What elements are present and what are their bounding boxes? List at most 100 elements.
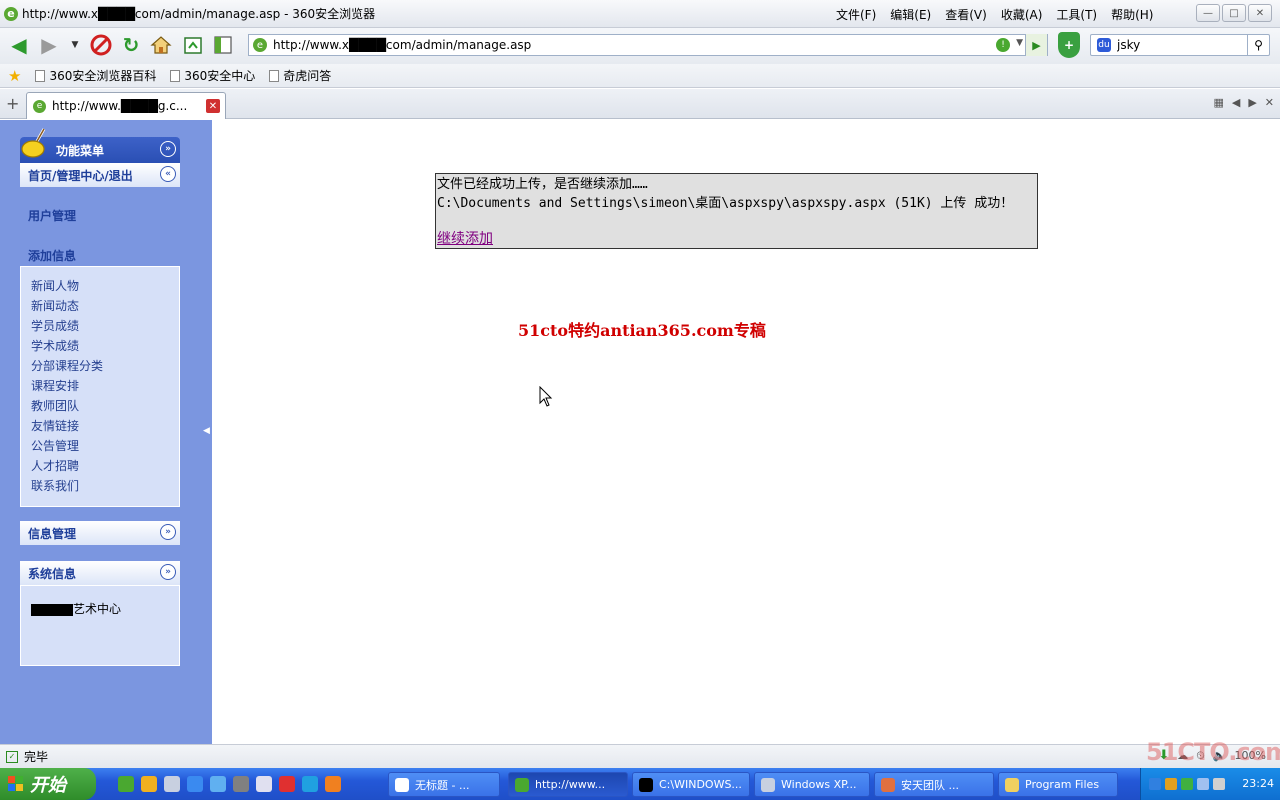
sidebar-item-add-info[interactable]: 添加信息 <box>28 247 76 264</box>
menu-help[interactable]: 帮助(H) <box>1111 6 1153 23</box>
network-quicklaunch-icon[interactable] <box>210 776 226 792</box>
submenu-item[interactable]: 教师团队 <box>21 396 179 416</box>
maximize-button[interactable]: □ <box>1222 4 1246 22</box>
submenu-item[interactable]: 学员成绩 <box>21 316 179 336</box>
menu-tools[interactable]: 工具(T) <box>1056 6 1097 23</box>
taskbar-item-browser[interactable]: http://www... <box>508 772 628 797</box>
submenu-item[interactable]: 新闻人物 <box>21 276 179 296</box>
favorite-label: 奇虎问答 <box>283 69 332 83</box>
taskbar-item-program-files[interactable]: Program Files <box>998 772 1118 797</box>
menu-file[interactable]: 文件(F) <box>836 6 876 23</box>
tray-security-icon[interactable] <box>1181 778 1193 790</box>
task-label: Program Files <box>1025 778 1100 791</box>
navigation-toolbar: ◀ ▶ ▼ ↻ e http://www.x████com/admin/mana… <box>0 28 1280 64</box>
forward-arrow-icon[interactable]: ▶ <box>36 32 62 58</box>
clock[interactable]: 23:24 <box>1242 777 1274 790</box>
collapse-all-icon[interactable]: » <box>160 141 176 157</box>
info-management-header[interactable]: 信息管理 » <box>20 521 180 545</box>
expand-left-icon[interactable]: « <box>160 166 176 182</box>
submenu-item[interactable]: 课程安排 <box>21 376 179 396</box>
home-link-label: 首页/管理中心/退出 <box>28 168 133 183</box>
mouse-cursor-icon <box>539 386 553 407</box>
qq-quicklaunch-icon[interactable] <box>302 776 318 792</box>
firefox-quicklaunch-icon[interactable] <box>325 776 341 792</box>
status-text: 完毕 <box>24 750 49 764</box>
submenu-item[interactable]: 人才招聘 <box>21 456 179 476</box>
expand-down-icon[interactable]: » <box>160 564 176 580</box>
address-dropdown-icon[interactable]: ▼ <box>1016 38 1023 52</box>
minimize-button[interactable]: — <box>1196 4 1220 22</box>
ie-quicklaunch-icon[interactable] <box>187 776 203 792</box>
search-input[interactable] <box>1117 38 1247 52</box>
taskbar-item-cmd[interactable]: C:\WINDOWS... <box>632 772 750 797</box>
home-manage-logout-link[interactable]: 首页/管理中心/退出 « <box>20 163 180 187</box>
continue-add-link[interactable]: 继续添加 <box>437 228 493 248</box>
favorite-item[interactable]: 奇虎问答 <box>269 67 331 84</box>
system-info-header[interactable]: 系统信息 » <box>20 561 180 585</box>
stop-icon[interactable] <box>88 32 114 58</box>
close-tab-icon[interactable]: ✕ <box>206 99 220 113</box>
tray-qq-icon[interactable] <box>1165 778 1177 790</box>
tray-expand-icon[interactable] <box>1149 778 1161 790</box>
address-bar[interactable]: e http://www.x████com/admin/manage.asp !… <box>248 34 1048 56</box>
system-tray: 23:24 <box>1140 768 1280 800</box>
search-icon[interactable]: ⚲ <box>1247 34 1269 56</box>
task-label: 无标题 - ... <box>415 778 470 792</box>
close-all-icon[interactable]: ✕ <box>1265 96 1274 109</box>
forward-dropdown-icon[interactable]: ▼ <box>62 32 88 58</box>
tool-quicklaunch-icon[interactable] <box>233 776 249 792</box>
site-logo: 51CTO.com <box>1146 738 1280 766</box>
info-icon[interactable]: ! <box>996 38 1011 52</box>
menu-view[interactable]: 查看(V) <box>945 6 987 23</box>
home-icon[interactable] <box>148 32 174 58</box>
close-window-button[interactable]: ✕ <box>1248 4 1272 22</box>
address-url[interactable]: http://www.x████com/admin/manage.asp <box>273 38 531 52</box>
new-tab-icon[interactable]: + <box>6 94 19 113</box>
sidebar-item-user-management[interactable]: 用户管理 <box>28 207 76 224</box>
taskbar-item-team[interactable]: 安天团队 ... <box>874 772 994 797</box>
tab-active[interactable]: e http://www.████g.c... ✕ <box>26 92 226 119</box>
start-button[interactable]: 开始 <box>0 768 96 800</box>
desktop-quicklaunch-icon[interactable] <box>164 776 180 792</box>
refresh-icon[interactable]: ↻ <box>118 32 144 58</box>
submenu-item[interactable]: 分部课程分类 <box>21 356 179 376</box>
task-label: C:\WINDOWS... <box>659 778 742 791</box>
back-arrow-icon[interactable]: ◀ <box>6 32 32 58</box>
admin-sidebar: ◀ 功能菜单 » 首页/管理中心/退出 « 用户管理 添加信息 新闻人物 新闻动… <box>0 120 212 744</box>
tray-volume-icon[interactable] <box>1213 778 1225 790</box>
search-engine-icon[interactable]: du <box>1097 38 1111 52</box>
window-title: http://www.x████com/admin/manage.asp - 3… <box>22 7 376 21</box>
submenu-item[interactable]: 新闻动态 <box>21 296 179 316</box>
window-quicklaunch-icon[interactable] <box>256 776 272 792</box>
menu-favorites[interactable]: 收藏(A) <box>1001 6 1043 23</box>
system-info-text: 艺术中心 <box>21 586 179 617</box>
submenu-item[interactable]: 学术成绩 <box>21 336 179 356</box>
media-quicklaunch-icon[interactable] <box>279 776 295 792</box>
favorite-item[interactable]: 360安全中心 <box>170 67 255 84</box>
go-button[interactable]: ▶ <box>1025 34 1047 56</box>
tray-network-icon[interactable] <box>1197 778 1209 790</box>
tab-next-icon[interactable]: ▶ <box>1248 96 1256 109</box>
sidebar-toggle-icon[interactable] <box>210 32 236 58</box>
tab-grid-icon[interactable]: ▦ <box>1213 96 1223 109</box>
submenu-item[interactable]: 友情链接 <box>21 416 179 436</box>
submenu-item[interactable]: 公告管理 <box>21 436 179 456</box>
favorites-star-icon[interactable]: ★ <box>8 67 21 85</box>
security-shield-icon[interactable]: + <box>1058 32 1080 58</box>
browser-quicklaunch-icon[interactable] <box>118 776 134 792</box>
menu-edit[interactable]: 编辑(E) <box>890 6 931 23</box>
expand-down-icon[interactable]: » <box>160 524 176 540</box>
page-icon <box>269 69 280 82</box>
submenu-item[interactable]: 联系我们 <box>21 476 179 496</box>
tab-prev-icon[interactable]: ◀ <box>1232 96 1240 109</box>
collapse-arrow-icon[interactable]: ◀ <box>203 426 210 436</box>
restore-page-icon[interactable] <box>180 32 206 58</box>
taskbar-item-windows-xp[interactable]: Windows XP... <box>754 772 870 797</box>
task-label: http://www... <box>535 778 606 791</box>
favorite-item[interactable]: 360安全浏览器百科 <box>35 67 156 84</box>
taskbar-item-notepad[interactable]: 无标题 - ... <box>388 772 500 797</box>
menu-title: 功能菜单 <box>56 143 105 158</box>
search-box[interactable]: du ⚲ <box>1090 34 1270 56</box>
windows-flag-icon <box>8 776 23 791</box>
app-quicklaunch-icon[interactable] <box>141 776 157 792</box>
